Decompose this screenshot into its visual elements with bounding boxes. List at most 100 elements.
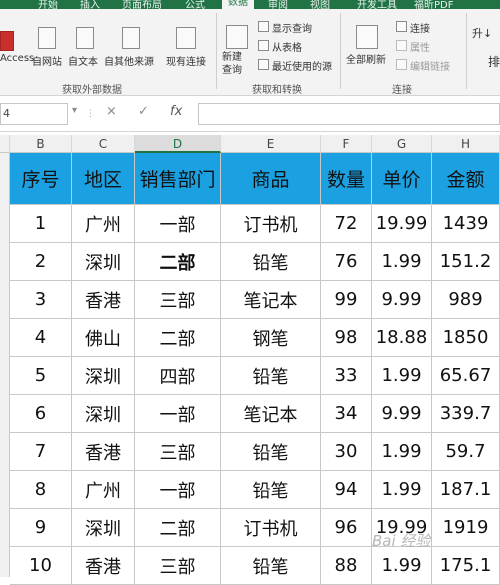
sort-button[interactable]: 排 — [488, 53, 500, 70]
cell-region[interactable]: 香港 — [72, 281, 135, 319]
insert-function-button[interactable]: fx — [170, 104, 182, 119]
header-cell-region[interactable]: 地区 — [72, 153, 135, 205]
cell-seq[interactable]: 4 — [10, 319, 72, 357]
cell-price[interactable]: 19.99 — [372, 205, 432, 243]
row-header-strip[interactable] — [0, 153, 10, 577]
cell-dept[interactable]: 一部 — [135, 205, 221, 243]
cell-region[interactable]: 广州 — [72, 471, 135, 509]
from-text-button[interactable]: 自文本 — [68, 53, 98, 68]
cell-price[interactable]: 18.88 — [372, 319, 432, 357]
cell-seq[interactable]: 6 — [10, 395, 72, 433]
header-cell-qty[interactable]: 数量 — [321, 153, 372, 205]
cell-region[interactable]: 深圳 — [72, 509, 135, 547]
cell-amount[interactable]: 151.2 — [432, 243, 500, 281]
tab-insert[interactable]: 插入 — [80, 0, 100, 9]
cell-product[interactable]: 笔记本 — [221, 281, 321, 319]
cell-amount[interactable]: 175.1 — [432, 547, 500, 585]
name-box[interactable]: 4 — [0, 103, 68, 125]
cell-qty[interactable]: 88 — [321, 547, 372, 585]
cell-amount[interactable]: 339.7 — [432, 395, 500, 433]
connections-button[interactable]: 连接 — [410, 20, 430, 35]
column-header-h[interactable]: H — [432, 135, 500, 153]
header-cell-product[interactable]: 商品 — [221, 153, 321, 205]
cell-qty[interactable]: 30 — [321, 433, 372, 471]
properties-button[interactable]: 属性 — [410, 39, 430, 54]
cell-price[interactable]: 1.99 — [372, 547, 432, 585]
name-box-dropdown-icon[interactable]: ▾ — [72, 105, 77, 116]
cell-price[interactable]: 1.99 — [372, 471, 432, 509]
tab-view[interactable]: 视图 — [310, 0, 330, 9]
cell-dept[interactable]: 二部 — [135, 243, 221, 281]
cell-qty[interactable]: 34 — [321, 395, 372, 433]
cell-product[interactable]: 铅笔 — [221, 433, 321, 471]
tab-data[interactable]: 数据 — [222, 0, 254, 9]
tab-review[interactable]: 审阅 — [268, 0, 288, 9]
cell-region[interactable]: 广州 — [72, 205, 135, 243]
cell-qty[interactable]: 99 — [321, 281, 372, 319]
cell-qty[interactable]: 33 — [321, 357, 372, 395]
cell-dept[interactable]: 四部 — [135, 357, 221, 395]
cell-seq[interactable]: 8 — [10, 471, 72, 509]
cell-dept[interactable]: 三部 — [135, 281, 221, 319]
cell-dept[interactable]: 一部 — [135, 471, 221, 509]
cell-seq[interactable]: 1 — [10, 205, 72, 243]
cell-product[interactable]: 铅笔 — [221, 357, 321, 395]
tab-foxit-pdf[interactable]: 福昕PDF — [414, 0, 453, 9]
header-cell-seq[interactable]: 序号 — [10, 153, 72, 205]
tab-home[interactable]: 开始 — [38, 0, 58, 9]
from-access-button[interactable]: Access — [0, 53, 34, 64]
cell-dept[interactable]: 二部 — [135, 319, 221, 357]
new-query-button[interactable]: 新建 查询 — [222, 51, 242, 77]
cell-qty[interactable]: 94 — [321, 471, 372, 509]
from-web-button[interactable]: 自网站 — [32, 53, 62, 68]
cell-product[interactable]: 铅笔 — [221, 243, 321, 281]
column-header-d[interactable]: D — [135, 135, 221, 153]
formula-input[interactable] — [198, 103, 500, 125]
sort-ascending-button[interactable]: 升↓ — [472, 25, 492, 41]
cell-region[interactable]: 深圳 — [72, 395, 135, 433]
cell-dept[interactable]: 二部 — [135, 509, 221, 547]
header-cell-dept[interactable]: 销售部门 — [135, 153, 221, 205]
cell-seq[interactable]: 7 — [10, 433, 72, 471]
cell-price[interactable]: 1.99 — [372, 357, 432, 395]
select-all-corner[interactable] — [0, 135, 10, 153]
header-cell-price[interactable]: 单价 — [372, 153, 432, 205]
cell-amount[interactable]: 1919 — [432, 509, 500, 547]
existing-connections-button[interactable]: 现有连接 — [166, 53, 206, 68]
cell-seq[interactable]: 3 — [10, 281, 72, 319]
cell-price[interactable]: 1.99 — [372, 243, 432, 281]
cell-dept[interactable]: 三部 — [135, 433, 221, 471]
column-header-g[interactable]: G — [372, 135, 432, 153]
cell-region[interactable]: 香港 — [72, 433, 135, 471]
cell-amount[interactable]: 187.1 — [432, 471, 500, 509]
cell-region[interactable]: 香港 — [72, 547, 135, 585]
from-table-button[interactable]: 从表格 — [272, 39, 302, 54]
recent-sources-button[interactable]: 最近使用的源 — [272, 58, 332, 73]
refresh-all-button[interactable]: 全部刷新 — [346, 51, 386, 66]
edit-links-button[interactable]: 编辑链接 — [410, 58, 450, 73]
cell-amount[interactable]: 59.7 — [432, 433, 500, 471]
cell-qty[interactable]: 96 — [321, 509, 372, 547]
cell-price[interactable]: 9.99 — [372, 395, 432, 433]
column-header-b[interactable]: B — [10, 135, 72, 153]
cell-price[interactable]: 9.99 — [372, 281, 432, 319]
header-cell-amount[interactable]: 金额 — [432, 153, 500, 205]
cell-region[interactable]: 佛山 — [72, 319, 135, 357]
cell-amount[interactable]: 65.67 — [432, 357, 500, 395]
cell-dept[interactable]: 三部 — [135, 547, 221, 585]
tab-developer[interactable]: 开发工具 — [357, 0, 397, 9]
cell-seq[interactable]: 10 — [10, 547, 72, 585]
cell-product[interactable]: 订书机 — [221, 509, 321, 547]
column-header-c[interactable]: C — [72, 135, 135, 153]
cell-region[interactable]: 深圳 — [72, 357, 135, 395]
column-header-f[interactable]: F — [321, 135, 372, 153]
column-header-e[interactable]: E — [221, 135, 321, 153]
cell-product[interactable]: 铅笔 — [221, 471, 321, 509]
cell-region[interactable]: 深圳 — [72, 243, 135, 281]
cell-product[interactable]: 笔记本 — [221, 395, 321, 433]
cell-seq[interactable]: 2 — [10, 243, 72, 281]
cell-qty[interactable]: 72 — [321, 205, 372, 243]
cell-product[interactable]: 钢笔 — [221, 319, 321, 357]
tab-formulas[interactable]: 公式 — [185, 0, 205, 9]
cell-amount[interactable]: 989 — [432, 281, 500, 319]
